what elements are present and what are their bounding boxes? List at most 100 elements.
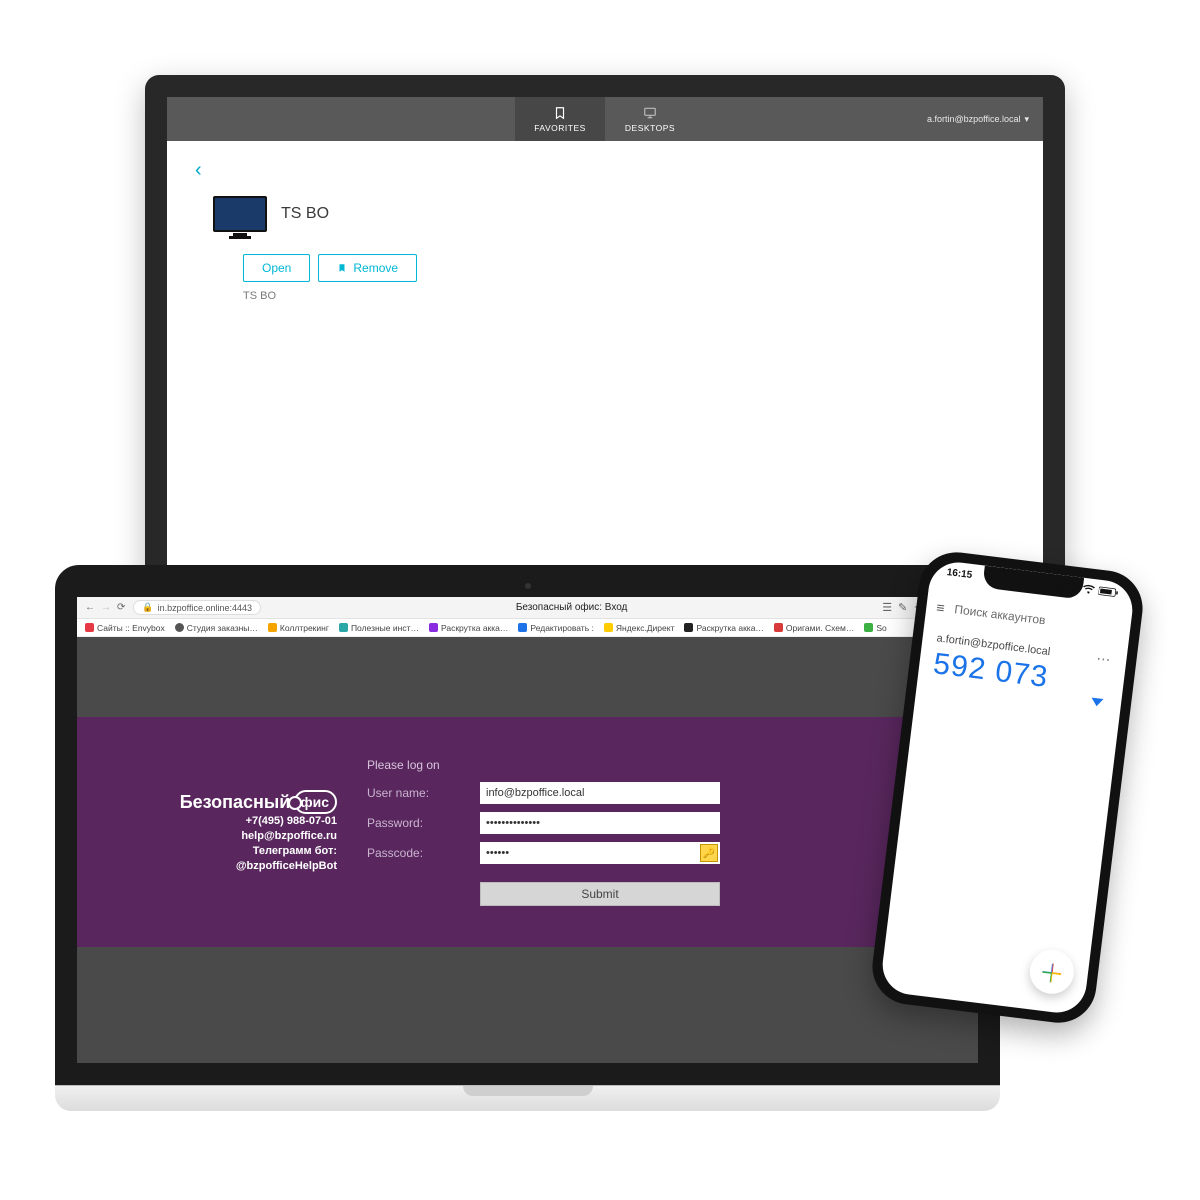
favicon-icon	[339, 623, 348, 632]
favicon-icon	[429, 623, 438, 632]
bookmark-solid-icon	[337, 263, 347, 273]
bookmark-label: Студия заказны…	[187, 623, 258, 633]
back-button[interactable]: ‹	[195, 159, 1015, 182]
authenticator-app: 16:15 ➤ ▮▮▮▯ ≡ Поиск аккаунтов ⋯ a	[879, 559, 1135, 1016]
brand-tg-label: Телеграмм бот:	[117, 844, 337, 859]
favicon-icon	[175, 623, 184, 632]
bookmark-item[interactable]: Оригами. Схем…	[774, 623, 854, 633]
bookmark-label: Яндекс.Директ	[616, 623, 675, 633]
bookmark-item[interactable]: Коллтрекинг	[268, 623, 329, 633]
username-label: User name:	[367, 786, 462, 800]
remove-button[interactable]: Remove	[318, 254, 417, 282]
nav-forward-icon[interactable]: →	[101, 602, 111, 613]
bookmark-label: So	[876, 623, 886, 633]
bookmark-label: Сайты :: Envybox	[97, 623, 165, 633]
username-input[interactable]	[480, 782, 720, 804]
browser-window: ← → ⟳ 🔒 in.bzpoffice.online:4443 Безопас…	[77, 597, 978, 1063]
bookmark-label: Редактировать :	[530, 623, 593, 633]
bookmark-label: Раскрутка акка…	[441, 623, 508, 633]
bookmark-label: Оригами. Схем…	[786, 623, 854, 633]
user-menu[interactable]: a.fortin@bzpoffice.local ▾	[927, 114, 1029, 125]
brand-email: help@bzpoffice.ru	[117, 829, 337, 844]
key-icon[interactable]: 🔑	[700, 844, 718, 862]
favicon-icon	[864, 623, 873, 632]
camera-dot	[525, 583, 531, 589]
favicon-icon	[774, 623, 783, 632]
status-location-icon: ➤	[1003, 574, 1013, 588]
bookmarks-bar: Сайты :: Envybox Студия заказны… Коллтре…	[77, 619, 978, 637]
brand-tg: @bzpofficeHelpBot	[117, 859, 337, 874]
browser-toolbar: ← → ⟳ 🔒 in.bzpoffice.online:4443 Безопас…	[77, 597, 978, 619]
bookmark-item[interactable]: So	[864, 623, 886, 633]
desktop-title: TS BO	[281, 205, 329, 223]
ext-pen-icon[interactable]: ✎	[898, 601, 907, 614]
favicon-icon	[268, 623, 277, 632]
password-input[interactable]	[480, 812, 720, 834]
address-bar[interactable]: 🔒 in.bzpoffice.online:4443	[133, 600, 261, 615]
desktop-subtitle: TS BO	[243, 290, 1015, 302]
brand-name-left: Безопасный	[180, 790, 291, 814]
brand-phone: +7(495) 988-07-01	[117, 814, 337, 829]
favicon-icon	[604, 623, 613, 632]
bookmark-item[interactable]: Яндекс.Директ	[604, 623, 675, 633]
bookmark-label: Раскрутка акка…	[696, 623, 763, 633]
brand-name-right: фис	[300, 794, 329, 810]
bookmark-item[interactable]: Сайты :: Envybox	[85, 623, 165, 633]
status-time: 16:15	[946, 567, 973, 583]
submit-button[interactable]: Submit	[480, 882, 720, 906]
more-icon[interactable]: ⋯	[1095, 650, 1111, 669]
desktop-thumbnail-icon	[213, 196, 267, 232]
chevron-down-icon: ▾	[1024, 114, 1029, 125]
bookmark-item[interactable]: Редактировать :	[518, 623, 593, 633]
open-button[interactable]: Open	[243, 254, 310, 282]
search-placeholder: Поиск аккаунтов	[954, 602, 1047, 627]
favicon-icon	[684, 623, 693, 632]
submit-button-label: Submit	[581, 887, 618, 901]
bookmark-icon	[553, 106, 567, 120]
login-page: Безопасный фис +7(495) 988-07-01 help@bz…	[77, 637, 978, 1063]
nav-back-icon[interactable]: ←	[85, 602, 95, 613]
add-account-button[interactable]: ＋	[1027, 947, 1076, 996]
citrix-topbar: FAVORITES DESKTOPS a.fortin@bzpoffice.lo…	[167, 97, 1043, 141]
bookmark-item[interactable]: Раскрутка акка…	[429, 623, 508, 633]
laptop-device: ← → ⟳ 🔒 in.bzpoffice.online:4443 Безопас…	[55, 565, 1000, 1111]
lock-icon: 🔒	[142, 602, 153, 613]
favicon-icon	[85, 623, 94, 632]
passcode-input[interactable]	[480, 842, 720, 864]
favicon-icon	[518, 623, 527, 632]
password-label: Password:	[367, 816, 462, 830]
desktop-icon	[643, 106, 657, 120]
passcode-label: Passcode:	[367, 846, 462, 860]
timer-indicator-icon	[1091, 698, 1104, 707]
bookmark-item[interactable]: Полезные инст…	[339, 623, 419, 633]
bookmark-item[interactable]: Раскрутка акка…	[684, 623, 763, 633]
hamburger-icon[interactable]: ≡	[935, 599, 945, 616]
signal-icon: ▮▮▮▯	[1056, 582, 1079, 596]
laptop-deck	[55, 1085, 1000, 1111]
desktop-entry: TS BO	[213, 196, 1015, 232]
plus-icon: ＋	[1037, 952, 1067, 992]
page-title: Безопасный офис: Вход	[269, 602, 874, 613]
user-label: a.fortin@bzpoffice.local	[927, 114, 1021, 124]
ext-bookmark-icon[interactable]: ☰	[882, 601, 892, 614]
account-entry[interactable]: ⋯ a.fortin@bzpoffice.local 592 073	[931, 632, 1113, 702]
bookmark-item[interactable]: Студия заказны…	[175, 623, 258, 633]
brand-block: Безопасный фис +7(495) 988-07-01 help@bz…	[117, 790, 337, 874]
remove-button-label: Remove	[353, 261, 398, 275]
bookmark-label: Коллтрекинг	[280, 623, 329, 633]
open-button-label: Open	[262, 261, 291, 275]
tab-desktops[interactable]: DESKTOPS	[605, 97, 695, 141]
brand-logo: Безопасный фис	[117, 790, 337, 814]
url-text: in.bzpoffice.online:4443	[158, 603, 252, 613]
login-form: Please log on User name: Password: Passc…	[367, 758, 720, 906]
tab-favorites-label: FAVORITES	[534, 123, 586, 133]
wifi-icon	[1082, 584, 1095, 598]
login-band: Безопасный фис +7(495) 988-07-01 help@bz…	[77, 717, 978, 947]
nav-reload-icon[interactable]: ⟳	[117, 602, 125, 613]
tab-favorites[interactable]: FAVORITES	[515, 97, 605, 141]
battery-icon	[1098, 586, 1119, 601]
bookmark-label: Полезные инст…	[351, 623, 419, 633]
cloud-icon: фис	[294, 790, 337, 814]
login-heading: Please log on	[367, 758, 720, 772]
tab-desktops-label: DESKTOPS	[625, 123, 675, 133]
